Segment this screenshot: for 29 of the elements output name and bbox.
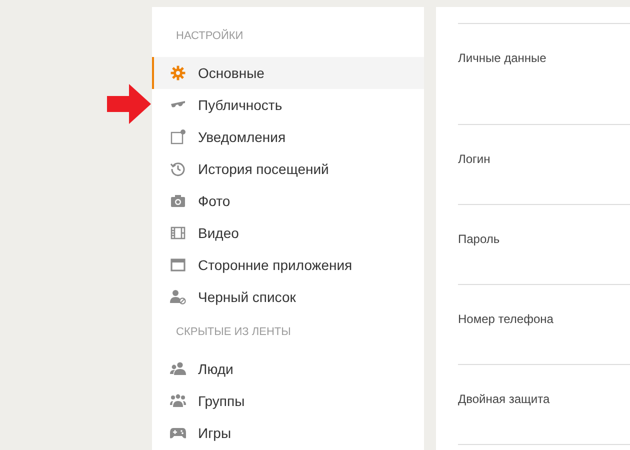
setting-label: Личные данные <box>458 51 546 65</box>
setting-label: Номер телефона <box>458 312 554 326</box>
gamepad-icon <box>170 425 186 441</box>
setting-label: Пароль <box>458 232 500 246</box>
camera-icon <box>170 193 186 209</box>
sidebar-item[interactable]: История посещений <box>152 153 424 185</box>
sidebar-item[interactable]: Уведомления <box>152 121 424 153</box>
sidebar-item[interactable]: Игры <box>152 417 424 449</box>
sidebar-item[interactable]: Публичность <box>152 89 424 121</box>
sidebar-item[interactable]: Сторонние приложения <box>152 249 424 281</box>
section-heading: СКРЫТЫЕ ИЗ ЛЕНТЫ <box>175 325 292 340</box>
window-icon <box>170 257 186 273</box>
notification-icon <box>170 129 186 145</box>
setting-label: Двойная защита <box>458 392 550 406</box>
sidebar-item[interactable]: Основные <box>152 57 424 89</box>
sidebar-item[interactable]: Люди <box>152 353 424 385</box>
gear-icon <box>170 65 186 81</box>
people-icon <box>170 361 186 377</box>
history-icon <box>170 161 186 177</box>
groups-icon <box>170 393 186 409</box>
pointer-arrow <box>107 84 151 124</box>
sidebar-item[interactable]: Черный список <box>152 281 424 313</box>
sidebar-item[interactable]: Фото <box>152 185 424 217</box>
blocked-user-icon <box>170 289 186 305</box>
film-icon <box>170 225 186 241</box>
sidebar-item[interactable]: Группы <box>152 385 424 417</box>
section-heading: НАСТРОЙКИ <box>175 28 244 44</box>
sidebar-item[interactable]: Видео <box>152 217 424 249</box>
setting-label: Логин <box>458 152 490 166</box>
